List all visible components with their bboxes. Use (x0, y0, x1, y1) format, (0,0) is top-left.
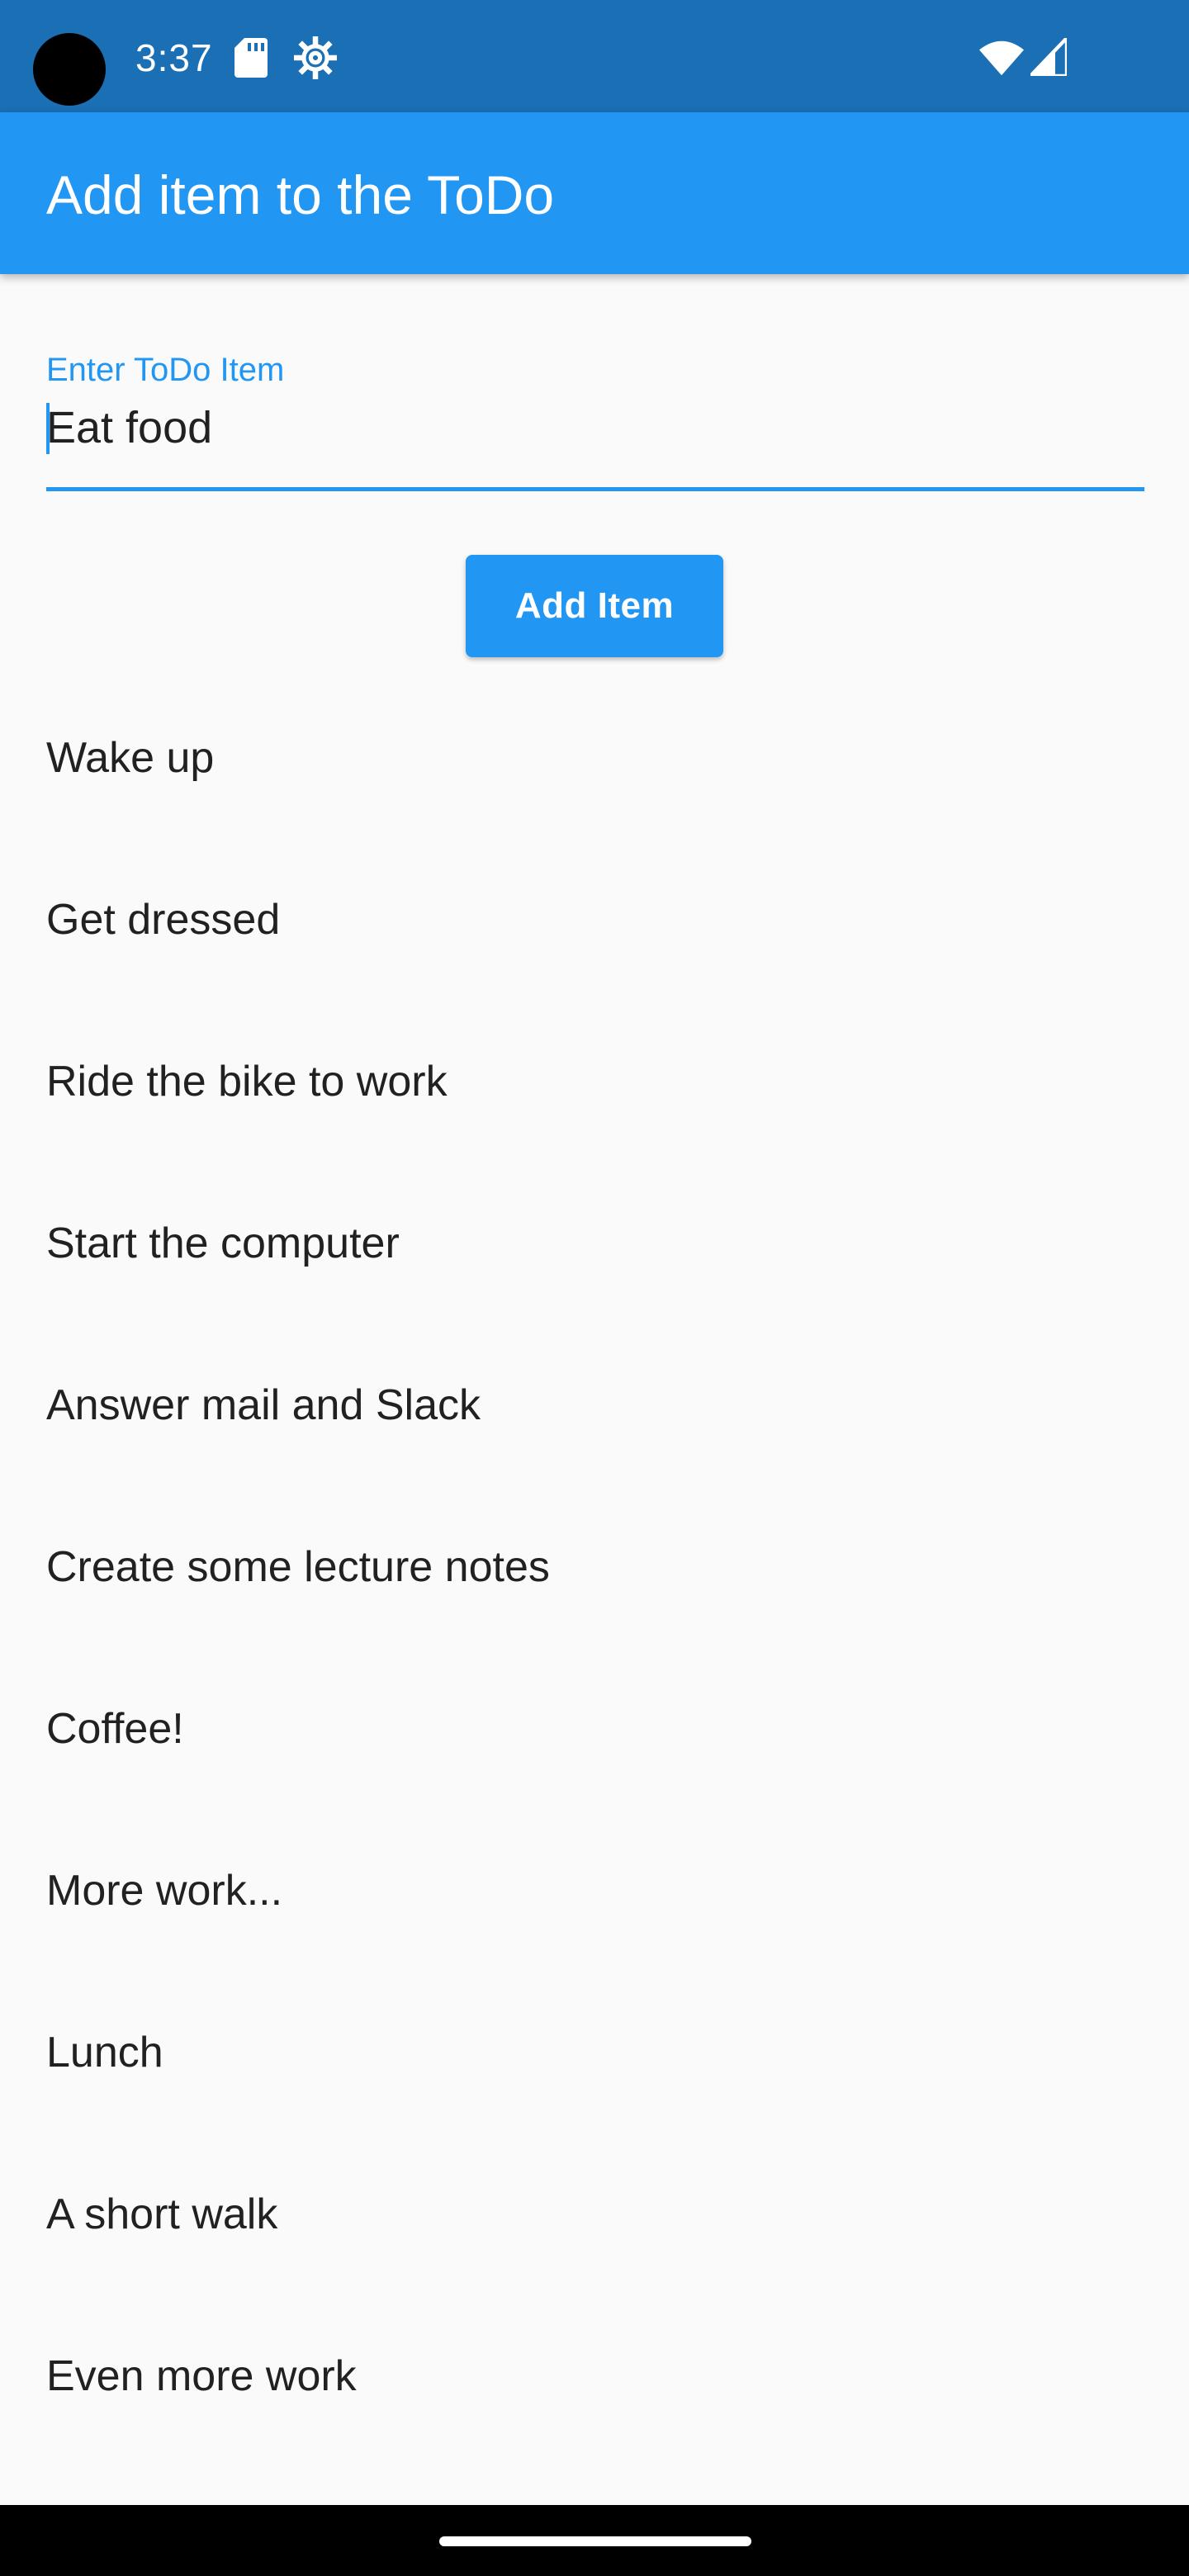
todo-list-item[interactable]: Get dressed (0, 839, 1189, 1001)
todo-list-item[interactable]: Start the computer (0, 1163, 1189, 1324)
sd-card-icon (234, 38, 268, 78)
todo-list-item[interactable]: Lunch (0, 1972, 1189, 2133)
todo-list-item[interactable]: Create some lecture notes (0, 1486, 1189, 1648)
gear-icon (294, 36, 337, 79)
home-gesture-handle[interactable] (439, 2536, 751, 2546)
todo-list-item[interactable]: More work... (0, 1810, 1189, 1972)
add-item-button[interactable]: Add Item (466, 555, 723, 657)
navigation-bar (0, 2505, 1189, 2576)
camera-cutout (33, 33, 106, 106)
app-bar: Add item to the ToDo (0, 112, 1189, 274)
wifi-icon (979, 40, 1024, 76)
todo-list: Wake up Get dressed Ride the bike to wor… (0, 677, 1189, 2457)
todo-input[interactable] (46, 396, 1144, 459)
todo-input-underline (46, 487, 1144, 491)
todo-list-item[interactable]: Coffee! (0, 1648, 1189, 1810)
todo-list-item[interactable]: A short walk (0, 2133, 1189, 2295)
cell-signal-icon (1030, 38, 1067, 76)
todo-list-item[interactable]: Ride the bike to work (0, 1001, 1189, 1163)
todo-list-item[interactable]: Wake up (0, 677, 1189, 839)
status-bar: 3:37 (0, 0, 1189, 112)
text-cursor (46, 403, 50, 454)
status-time: 3:37 (135, 36, 213, 79)
page-title: Add item to the ToDo (46, 164, 555, 225)
todo-input-label: Enter ToDo Item (46, 352, 285, 388)
todo-list-item[interactable]: Answer mail and Slack (0, 1324, 1189, 1486)
todo-list-item[interactable]: Even more work (0, 2295, 1189, 2457)
